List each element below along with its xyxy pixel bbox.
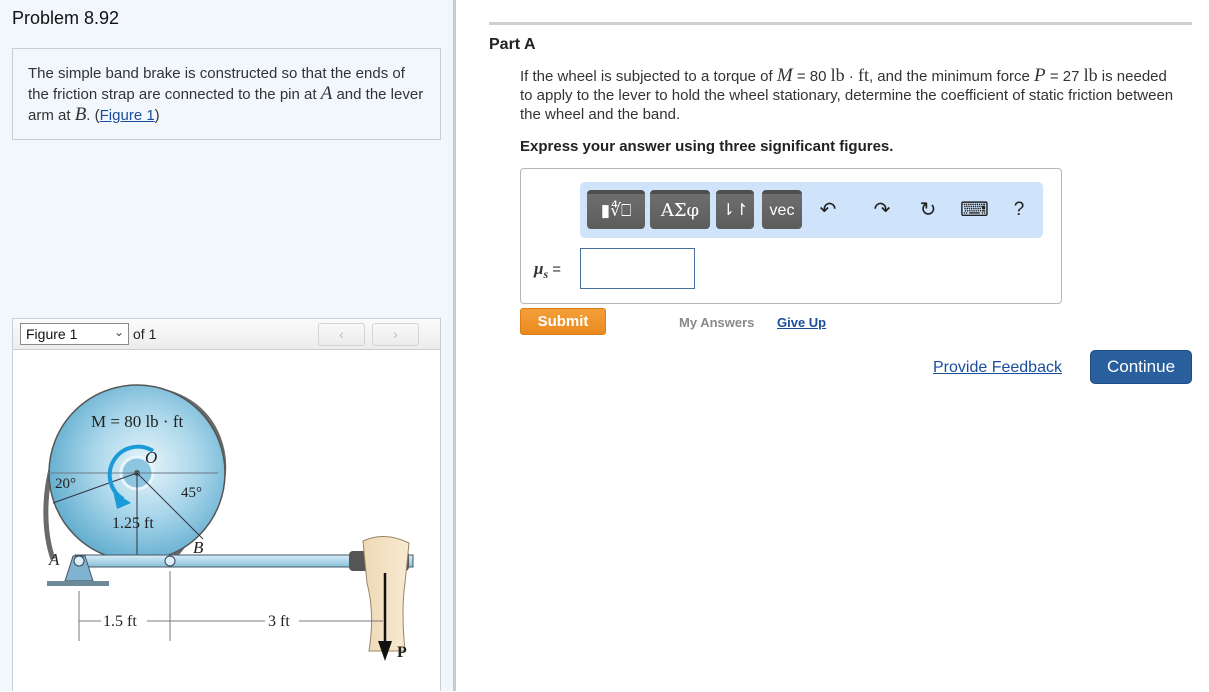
provide-feedback-link[interactable]: Provide Feedback bbox=[933, 359, 1062, 377]
angle-left-label: 20° bbox=[55, 476, 76, 492]
answer-input[interactable] bbox=[580, 248, 695, 289]
answer-instruction: Express your answer using three signific… bbox=[520, 138, 894, 155]
submit-button[interactable]: Submit bbox=[520, 308, 606, 335]
torque-label: M = 80 lb · ft bbox=[91, 412, 183, 431]
intro-text: ) bbox=[154, 107, 160, 124]
question-fragment: , and the minimum force bbox=[868, 68, 1035, 85]
keyboard-icon[interactable]: ⌨ bbox=[960, 196, 989, 224]
force-label: P bbox=[397, 644, 407, 661]
chevron-right-icon: › bbox=[393, 326, 398, 342]
var-a: A bbox=[320, 83, 333, 104]
answer-box: ▮∜⎕ ΑΣφ ⇂↾ vec ↶ ↷ ↻ ⌨ ? μs = bbox=[520, 168, 1062, 304]
var-p: P bbox=[1034, 65, 1046, 86]
undo-icon[interactable]: ↶ bbox=[815, 196, 841, 224]
next-figure-button[interactable]: › bbox=[372, 323, 419, 346]
angle-right-label: 45° bbox=[181, 485, 202, 501]
unit-ft: ft bbox=[857, 65, 869, 85]
question-text: If the wheel is subjected to a torque of… bbox=[520, 66, 1180, 124]
vector-button[interactable]: vec bbox=[762, 190, 802, 229]
question-fragment: If the wheel is subjected to a torque of bbox=[520, 68, 777, 85]
greek-symbols-button[interactable]: ΑΣφ bbox=[650, 190, 710, 229]
arrows-button[interactable]: ⇂↾ bbox=[716, 190, 754, 229]
question-fragment: · bbox=[844, 68, 858, 85]
my-answers-link[interactable]: My Answers bbox=[679, 315, 754, 330]
dim-left-label: 1.5 ft bbox=[103, 613, 137, 630]
var-b: B bbox=[74, 104, 87, 125]
figure-select[interactable]: Figure 1 ⌄ bbox=[20, 323, 129, 345]
give-up-link[interactable]: Give Up bbox=[777, 315, 826, 330]
answer-label: μs = bbox=[534, 259, 561, 282]
math-toolbar: ▮∜⎕ ΑΣφ ⇂↾ vec ↶ ↷ ↻ ⌨ ? bbox=[580, 182, 1043, 238]
var-m: M bbox=[776, 65, 793, 86]
continue-button[interactable]: Continue bbox=[1090, 350, 1192, 384]
problem-title: Problem 8.92 bbox=[12, 8, 120, 28]
figure-select-value: Figure 1 bbox=[26, 326, 78, 342]
dim-right-label: 3 ft bbox=[268, 613, 290, 630]
part-title: Part A bbox=[489, 36, 536, 53]
problem-intro: The simple band brake is constructed so … bbox=[12, 48, 441, 140]
point-b-label: B bbox=[193, 538, 204, 557]
intro-text: . ( bbox=[86, 107, 100, 124]
unit-lb: lb bbox=[1083, 65, 1098, 85]
reset-icon[interactable]: ↻ bbox=[915, 196, 941, 224]
problem-panel: Problem 8.92 The simple band brake is co… bbox=[0, 0, 456, 691]
question-fragment: = 80 bbox=[792, 68, 831, 85]
figure-toolbar: Figure 1 ⌄ of 1 ‹ › bbox=[13, 319, 440, 350]
help-icon[interactable]: ? bbox=[1006, 196, 1032, 224]
center-label: O bbox=[145, 448, 157, 467]
band-brake-figure: M = 80 lb · ft O 20° 45° 1.25 ft A B P 1… bbox=[43, 384, 414, 661]
radius-label: 1.25 ft bbox=[112, 515, 154, 532]
templates-button[interactable]: ▮∜⎕ bbox=[587, 190, 645, 229]
figure-viewer: Figure 1 ⌄ of 1 ‹ › M = 80 lb · ft O 20°… bbox=[12, 318, 441, 691]
unit-lb: lb bbox=[830, 65, 845, 85]
point-a-label: A bbox=[48, 550, 60, 569]
section-divider bbox=[489, 22, 1192, 25]
question-fragment: = 27 bbox=[1045, 68, 1084, 85]
prev-figure-button[interactable]: ‹ bbox=[318, 323, 365, 346]
redo-icon[interactable]: ↷ bbox=[869, 196, 895, 224]
figure-link[interactable]: Figure 1 bbox=[100, 107, 155, 124]
equals-sign: = bbox=[548, 261, 562, 278]
figure-count: of 1 bbox=[133, 326, 157, 342]
chevron-left-icon: ‹ bbox=[339, 326, 344, 342]
chevron-down-icon: ⌄ bbox=[113, 325, 124, 339]
